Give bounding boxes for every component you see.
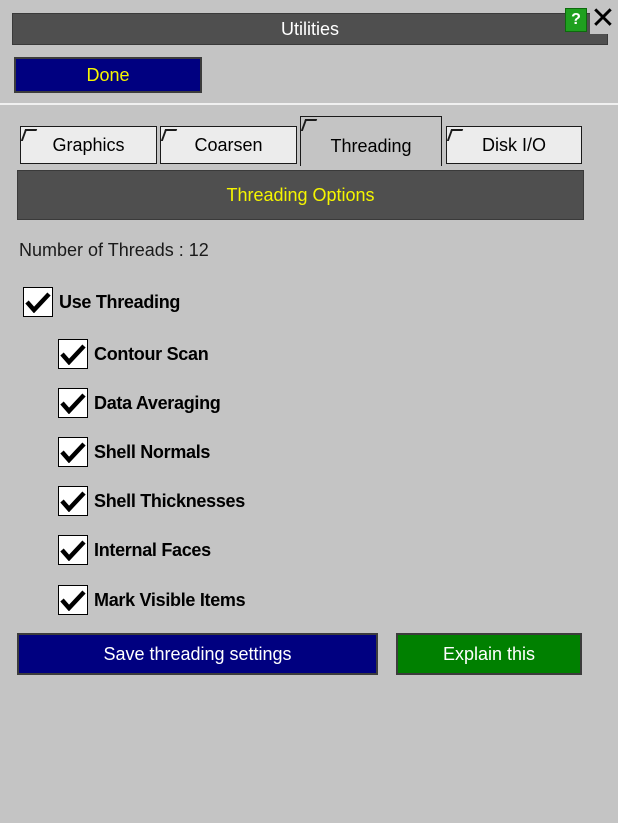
- use-threading-checkbox[interactable]: Use Threading: [23, 285, 180, 319]
- done-button[interactable]: Done: [14, 57, 202, 93]
- tab-label: Threading: [330, 136, 412, 156]
- checkbox-box[interactable]: [58, 437, 88, 467]
- shell-thicknesses-checkbox[interactable]: Shell Thicknesses: [58, 484, 245, 518]
- tab-notch-icon: [20, 129, 38, 141]
- checkmark-icon: [60, 344, 86, 365]
- save-threading-settings-button[interactable]: Save threading settings: [17, 633, 378, 675]
- tab-notch-icon: [446, 129, 464, 141]
- tab-threading[interactable]: Threading: [300, 116, 442, 166]
- checkmark-icon: [60, 442, 86, 463]
- title-bar: Utilities: [12, 13, 608, 45]
- internal-faces-checkbox[interactable]: Internal Faces: [58, 533, 211, 567]
- help-button[interactable]: ?: [565, 8, 587, 32]
- checkmark-icon: [60, 491, 86, 512]
- tab-label: Disk I/O: [481, 134, 546, 155]
- contour-scan-checkbox[interactable]: Contour Scan: [58, 337, 209, 371]
- checkbox-box[interactable]: [58, 388, 88, 418]
- close-icon: ✕: [590, 2, 616, 35]
- window-title: Utilities: [280, 18, 339, 39]
- tab-graphics[interactable]: Graphics: [20, 126, 157, 164]
- tab-disk-io[interactable]: Disk I/O: [446, 126, 582, 164]
- shell-normals-checkbox[interactable]: Shell Normals: [58, 435, 210, 469]
- tab-label: Coarsen: [194, 134, 263, 155]
- checkbox-box[interactable]: [58, 585, 88, 615]
- checkbox-box[interactable]: [23, 287, 53, 317]
- checkbox-label: Contour Scan: [94, 343, 209, 364]
- checkmark-icon: [60, 540, 86, 561]
- section-header: Threading Options: [17, 170, 584, 220]
- checkbox-box[interactable]: [58, 486, 88, 516]
- tab-notch-icon: [160, 129, 178, 141]
- threads-count-label: Number of Threads : 12: [19, 240, 209, 260]
- checkbox-label: Use Threading: [59, 291, 181, 312]
- checkmark-icon: [25, 292, 51, 313]
- checkbox-box[interactable]: [58, 339, 88, 369]
- checkmark-icon: [60, 590, 86, 611]
- tab-notch-icon: [300, 119, 318, 131]
- tab-label: Graphics: [52, 134, 125, 155]
- checkbox-label: Mark Visible Items: [94, 589, 246, 610]
- checkmark-icon: [60, 393, 86, 414]
- divider: [0, 103, 618, 105]
- checkbox-label: Shell Normals: [94, 441, 211, 462]
- data-averaging-checkbox[interactable]: Data Averaging: [58, 386, 221, 420]
- checkbox-label: Internal Faces: [94, 539, 211, 560]
- checkbox-label: Data Averaging: [94, 392, 221, 413]
- checkbox-box[interactable]: [58, 535, 88, 565]
- tab-coarsen[interactable]: Coarsen: [160, 126, 297, 164]
- mark-visible-items-checkbox[interactable]: Mark Visible Items: [58, 583, 246, 617]
- checkbox-label: Shell Thicknesses: [94, 490, 245, 511]
- close-button[interactable]: ✕: [590, 4, 616, 34]
- explain-this-button[interactable]: Explain this: [396, 633, 582, 675]
